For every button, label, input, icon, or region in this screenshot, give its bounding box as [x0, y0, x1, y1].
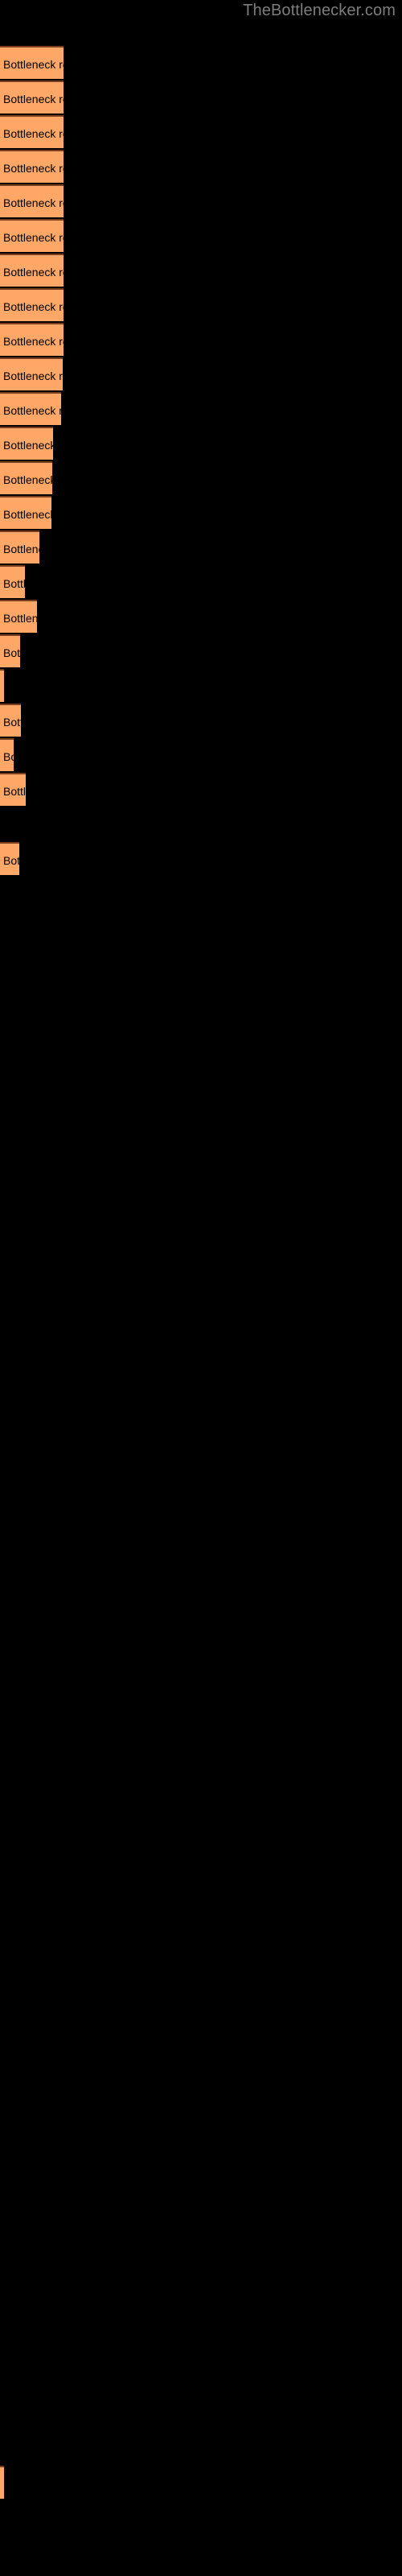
bar-label: Bottleneck result	[3, 369, 63, 382]
bar-22[interactable]: Bottleneck result	[0, 773, 26, 806]
bar-20[interactable]: Bottleneck result	[0, 704, 21, 737]
bar-9[interactable]: Bottleneck result	[0, 323, 64, 356]
bar-label: Bottleneck result	[3, 231, 64, 244]
bar-7[interactable]: Bottleneck result	[0, 254, 64, 287]
bar-label: Bottleneck result	[3, 93, 64, 105]
bar-18[interactable]: Bottleneck result	[0, 634, 20, 667]
bar-1[interactable]: Bottleneck result	[0, 46, 64, 79]
bar-21[interactable]: Bottleneck result	[0, 738, 14, 771]
bar-label: Bottleneck result	[3, 473, 52, 486]
bar-label: Bottleneck result	[3, 300, 64, 313]
bar-5[interactable]: Bottleneck result	[0, 184, 64, 217]
bar-11[interactable]: Bottleneck result	[0, 392, 61, 425]
bar-3[interactable]: Bottleneck result	[0, 115, 64, 148]
bar-23[interactable]: Bottleneck result	[0, 842, 19, 875]
bar-chart-plot-area: Bottleneck result Bottleneck result Bottle…	[0, 0, 402, 2576]
bar-8[interactable]: Bottleneck result	[0, 288, 64, 321]
bar-label: Bottleneck result	[3, 577, 25, 590]
bar-label: Bottleneck result	[3, 785, 26, 798]
bar-label: Bottleneck result	[3, 162, 64, 175]
bar-19[interactable]: Bottleneck result	[0, 669, 4, 702]
bar-2[interactable]: Bottleneck result	[0, 80, 64, 114]
bar-17[interactable]: Bottleneck result	[0, 600, 37, 633]
bar-label: Bottleneck result	[3, 716, 21, 729]
bar-24[interactable]: Bottleneck result	[0, 2466, 4, 2499]
bar-label: Bottleneck result	[3, 266, 64, 279]
bar-14[interactable]: Bottleneck result	[0, 496, 51, 529]
bar-12[interactable]: Bottleneck result	[0, 427, 53, 460]
bar-4[interactable]: Bottleneck result	[0, 150, 64, 183]
bar-10[interactable]: Bottleneck result	[0, 357, 63, 390]
bar-label: Bottleneck result	[3, 612, 37, 625]
bar-label: Bottleneck result	[3, 58, 64, 71]
bar-16[interactable]: Bottleneck result	[0, 565, 25, 598]
bar-label: Bottleneck result	[3, 543, 39, 555]
bar-label: Bottleneck result	[3, 196, 64, 209]
bar-label: Bottleneck result	[3, 439, 53, 452]
bar-label: Bottleneck result	[3, 404, 61, 417]
bar-label: Bottleneck result	[3, 335, 64, 348]
bar-label: Bottleneck result	[3, 646, 20, 659]
bar-15[interactable]: Bottleneck result	[0, 530, 39, 564]
bar-6[interactable]: Bottleneck result	[0, 219, 64, 252]
bar-label: Bottleneck result	[3, 508, 51, 521]
bar-label: Bottleneck result	[3, 750, 14, 763]
bar-label: Bottleneck result	[3, 854, 19, 867]
bar-label: Bottleneck result	[3, 127, 64, 140]
chart-root: TheBottlenecker.com Bottleneck resultBot…	[0, 0, 402, 2576]
bar-13[interactable]: Bottleneck result	[0, 461, 52, 494]
